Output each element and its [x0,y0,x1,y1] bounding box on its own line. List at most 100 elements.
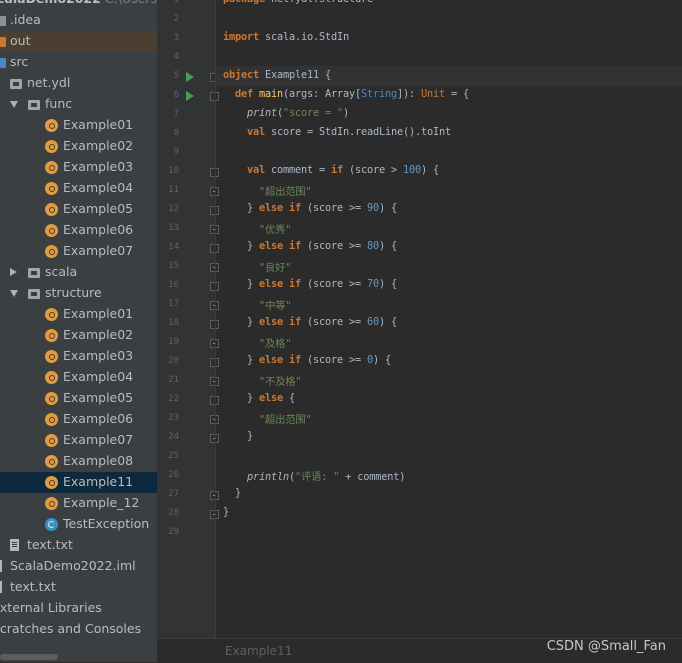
tree-item[interactable]: Example01 [0,304,157,325]
tree-item[interactable]: Scratches and Consoles [0,619,157,640]
chevron-right-icon[interactable] [10,268,17,276]
editor-tab-bar: Example11 CSDN @Small_Fan [157,638,682,663]
tree-item[interactable]: Example11 [0,472,157,493]
code-line[interactable]: print("score = ") [223,107,349,119]
tree-item-label: Example05 [63,201,134,216]
indent-guide [215,0,216,638]
code-editor[interactable]: 1 2 3 4 5 6 7 8 9 10 11 12 13 14 15 16 17 18 19 20 21 22 23 24 2… [157,0,682,662]
tree-item[interactable]: src [0,52,157,73]
line-number: 28 [168,508,179,518]
code-line[interactable]: } [223,430,253,442]
tree-item[interactable]: Example01 [0,115,157,136]
tree-item[interactable]: structure [0,283,157,304]
tree-item[interactable]: text.txt [0,577,157,598]
tree-item-label: Example02 [63,138,134,153]
scala-object-icon [45,350,58,363]
chevron-down-icon[interactable] [10,101,18,108]
code-line[interactable]: } else if (score >= 60) { [223,316,397,328]
tree-item[interactable]: Example02 [0,136,157,157]
tree-item[interactable]: Example04 [0,367,157,388]
scala-object-icon [45,371,58,384]
package-icon [28,268,40,278]
scala-class-icon [45,518,58,531]
line-number: 13 [168,223,179,233]
tree-item[interactable]: Example04 [0,178,157,199]
code-line[interactable]: "良好" [223,259,291,274]
horizontal-scrollbar[interactable] [0,654,58,660]
run-icon[interactable] [186,72,194,82]
code-line[interactable]: val score = StdIn.readLine().toInt [223,126,451,138]
package-icon [28,289,40,299]
line-number: 9 [173,147,179,157]
scala-object-icon [45,413,58,426]
run-icon[interactable] [186,91,194,101]
code-line[interactable]: object Example11 { [223,69,331,81]
line-number: 5 [173,71,179,81]
tree-item-label: Example03 [63,159,134,174]
project-tree-panel[interactable]: ScalaDemo2022 C:\Users\yt .idea out src net.… [0,0,157,662]
file-icon [10,539,19,551]
tree-item[interactable]: .idea [0,10,157,31]
line-number: 4 [173,52,179,62]
code-line[interactable]: } else if (score >= 80) { [223,240,397,252]
tree-item[interactable]: Example02 [0,325,157,346]
tree-item-label: scala [45,264,78,279]
code-line[interactable]: val comment = if (score > 100) { [223,164,439,176]
code-line[interactable]: "不及格" [223,373,301,388]
line-number: 11 [168,185,179,195]
line-number: 1 [173,0,179,5]
code-line[interactable]: package net.ydl.structure [223,0,373,5]
tree-item[interactable]: ScalaDemo2022 C:\Users\yt [0,0,157,10]
tree-item[interactable]: Example03 [0,346,157,367]
tree-item[interactable]: Example05 [0,388,157,409]
watermark: CSDN @Small_Fan [546,639,666,654]
code-line[interactable]: "中等" [223,297,291,312]
tree-item-label: External Libraries [0,600,102,615]
line-number: 12 [168,204,179,214]
code-line[interactable]: } [223,506,229,518]
scala-object-icon [45,224,58,237]
code-line[interactable]: import scala.io.StdIn [223,31,349,43]
tree-item[interactable]: Example05 [0,199,157,220]
tree-item[interactable]: External Libraries [0,598,157,619]
code-line[interactable]: } [223,487,241,499]
code-line[interactable]: "超出范围" [223,183,312,198]
scala-object-icon [45,392,58,405]
code-line[interactable]: "优秀" [223,221,291,236]
code-line[interactable]: } else if (score >= 90) { [223,202,397,214]
tree-item[interactable]: Example_12 [0,493,157,514]
code-line[interactable]: def main(args: Array[String]): Unit = { [223,88,469,100]
file-icon [0,560,2,572]
tree-item-label: text.txt [27,537,73,552]
code-line[interactable]: } else if (score >= 70) { [223,278,397,290]
tree-item[interactable]: Example07 [0,430,157,451]
tree-item[interactable]: Example06 [0,409,157,430]
line-number: 2 [173,14,179,24]
line-number: 15 [168,261,179,271]
tree-item[interactable]: func [0,94,157,115]
line-number-gutter[interactable]: 1 2 3 4 5 6 7 8 9 10 11 12 13 14 15 16 17 18 19 20 21 22 23 24 2… [157,0,219,638]
tree-item[interactable]: net.ydl [0,73,157,94]
tree-item-label: text.txt [10,579,56,594]
tree-item[interactable]: Example08 [0,451,157,472]
line-number: 7 [173,109,179,119]
tree-item[interactable]: out [0,31,157,52]
tree-item-label: Example08 [63,453,134,468]
tree-item[interactable]: Example07 [0,241,157,262]
code-line[interactable]: "超出范围" [223,411,312,426]
tree-item[interactable]: Example06 [0,220,157,241]
code-line[interactable]: println("评语: " + comment) [223,468,405,483]
tree-item[interactable]: text.txt [0,535,157,556]
editor-tab-label[interactable]: Example11 [225,644,292,658]
tree-item[interactable]: TestException [0,514,157,535]
code-line[interactable]: } else { [223,392,295,404]
code-line[interactable]: "及格" [223,335,291,350]
tree-item[interactable]: Example03 [0,157,157,178]
tree-item[interactable]: scala [0,262,157,283]
folder-icon [0,16,6,26]
tree-item-label: Example01 [63,117,134,132]
chevron-down-icon[interactable] [10,290,18,297]
code-line[interactable]: } else if (score >= 0) { [223,354,391,366]
tree-item[interactable]: ScalaDemo2022.iml [0,556,157,577]
line-number: 6 [173,90,179,100]
